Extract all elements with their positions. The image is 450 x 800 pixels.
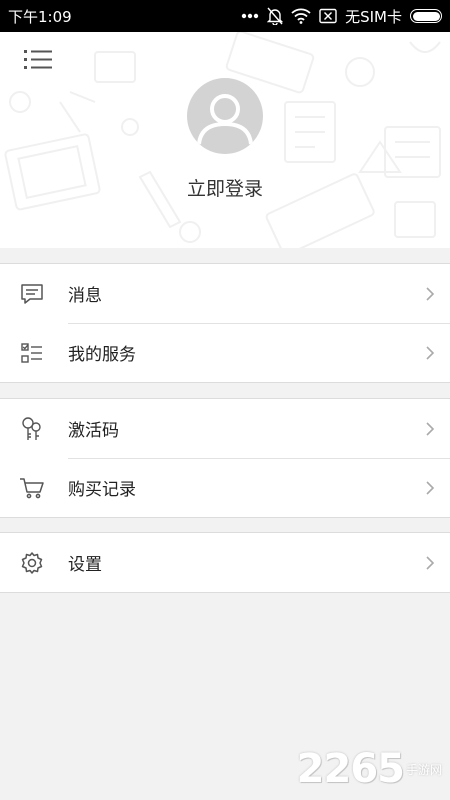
status-time: 下午1:09 [8, 7, 72, 26]
menu-item-activation-code[interactable]: 激活码 [0, 399, 450, 458]
menu-item-label: 购买记录 [68, 480, 136, 500]
battery-icon [410, 9, 442, 23]
user-avatar-icon[interactable] [187, 78, 263, 154]
menu-item-my-services[interactable]: 我的服务 [0, 323, 450, 382]
chevron-right-icon [410, 421, 450, 437]
gear-icon [0, 551, 68, 575]
menu-item-purchase-history[interactable]: 购买记录 [0, 458, 450, 517]
chevron-right-icon [410, 345, 450, 361]
status-icons: 无SIM卡 [241, 6, 442, 27]
more-dots-icon [241, 13, 259, 19]
profile-header: 立即登录 [0, 32, 450, 248]
message-icon [0, 283, 68, 305]
chevron-right-icon [410, 555, 450, 571]
menu-item-settings[interactable]: 设置 [0, 533, 450, 592]
wifi-icon [291, 8, 311, 24]
carrier-label: 无SIM卡 [345, 7, 402, 26]
status-bar: 下午1:09 无SIM卡 [0, 0, 450, 32]
menu-item-label: 消息 [68, 286, 102, 306]
menu-item-label: 设置 [68, 555, 102, 575]
menu-group-2: 激活码 购买记录 [0, 398, 450, 518]
bell-off-icon [267, 7, 284, 25]
key-icon [0, 416, 68, 442]
menu-item-messages[interactable]: 消息 [0, 264, 450, 323]
chevron-right-icon [410, 286, 450, 302]
sim-off-icon [319, 8, 337, 24]
menu-item-label: 我的服务 [68, 345, 136, 365]
menu-item-label: 激活码 [68, 421, 119, 441]
login-button[interactable]: 立即登录 [0, 174, 450, 201]
chevron-right-icon [410, 480, 450, 496]
cart-icon [0, 477, 68, 499]
watermark-text: 手游网 [405, 762, 442, 777]
watermark-number: 2265 [296, 746, 405, 792]
menu-group-1: 消息 我的服务 [0, 263, 450, 383]
checklist-icon [0, 342, 68, 364]
watermark: 2265 手游网 [297, 746, 442, 792]
menu-group-3: 设置 [0, 532, 450, 593]
menu-list-icon[interactable] [22, 46, 54, 74]
